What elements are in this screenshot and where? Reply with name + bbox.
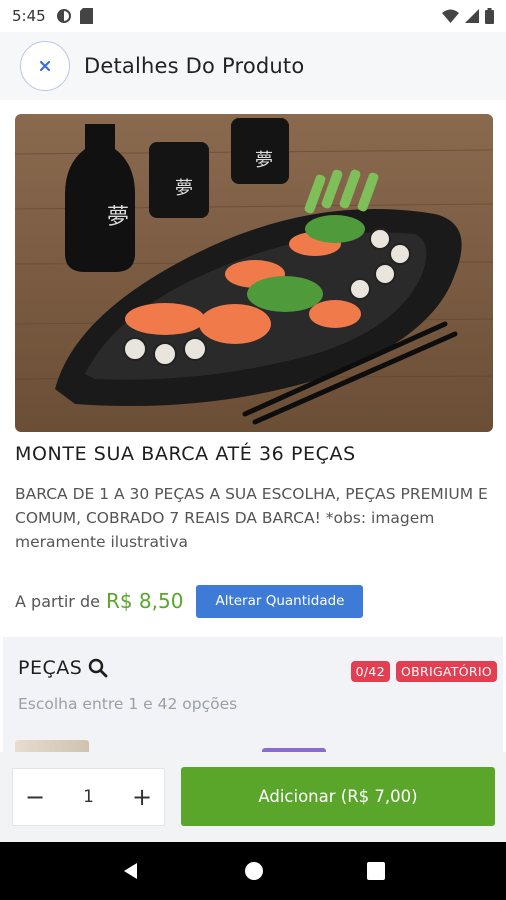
battery-icon (485, 8, 494, 24)
app-header: Detalhes Do Produto (0, 32, 506, 100)
change-quantity-button[interactable]: Alterar Quantidade (196, 584, 364, 618)
svg-text:夢: 夢 (255, 150, 273, 171)
sync-icon (56, 9, 71, 23)
section-subtitle: Escolha entre 1 e 42 opções (18, 695, 238, 713)
status-bar: 5:45 (0, 0, 506, 32)
sim-card-icon (79, 8, 93, 24)
product-name: MONTE SUA BARCA ATÉ 36 PEÇAS (15, 443, 356, 465)
quantity-stepper: − 1 + (12, 768, 165, 826)
decrement-button[interactable]: − (25, 783, 45, 811)
system-nav-bar (0, 842, 506, 900)
svg-text:夢: 夢 (107, 205, 129, 230)
price-value: R$ 8,50 (105, 589, 184, 613)
svg-text:夢: 夢 (175, 178, 193, 199)
product-image: 夢 夢 夢 (15, 114, 493, 432)
signal-icon (465, 9, 479, 23)
count-badge: 0/42 (350, 661, 390, 682)
increment-button[interactable]: + (132, 783, 152, 811)
back-icon[interactable] (121, 861, 141, 881)
section-title: PEÇAS (18, 657, 108, 679)
section-title-label: PEÇAS (18, 657, 83, 679)
recents-icon[interactable] (366, 862, 385, 880)
search-icon[interactable] (88, 658, 108, 678)
home-icon[interactable] (244, 861, 264, 881)
quantity-value: 1 (83, 787, 94, 807)
close-button[interactable] (20, 41, 70, 91)
price-row: A partir de R$ 8,50 Alterar Quantidade (15, 584, 364, 618)
action-bar: − 1 + Adicionar (R$ 7,00) (0, 752, 506, 842)
product-description: BARCA DE 1 A 30 PEÇAS A SUA ESCOLHA, PEÇ… (15, 485, 488, 551)
page-title: Detalhes Do Produto (84, 54, 305, 78)
close-icon (39, 60, 51, 72)
pieces-section: PEÇAS 0/42 OBRIGATÓRIO Escolha entre 1 e… (3, 637, 503, 753)
section-badges: 0/42 OBRIGATÓRIO (350, 661, 497, 682)
wifi-icon (442, 9, 459, 23)
price-label: A partir de (15, 591, 100, 611)
status-time: 5:45 (12, 7, 46, 25)
add-to-cart-button[interactable]: Adicionar (R$ 7,00) (181, 767, 495, 826)
required-badge: OBRIGATÓRIO (395, 661, 497, 682)
